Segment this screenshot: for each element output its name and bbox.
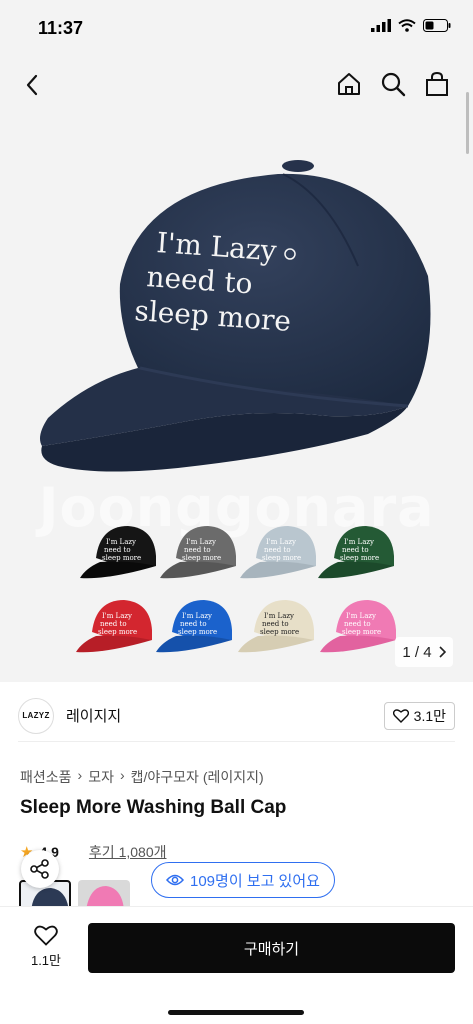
shop-like-count: 3.1만 (413, 707, 446, 724)
svg-text:sleep more: sleep more (340, 554, 379, 562)
heart-icon (34, 925, 58, 946)
variant-cap-light-blue: I'm Lazyneed tosleep more (240, 526, 316, 579)
svg-text:I'm Lazy: I'm Lazy (346, 612, 376, 620)
svg-text:need to: need to (344, 620, 371, 628)
search-button[interactable] (379, 70, 407, 98)
search-icon (381, 72, 406, 97)
svg-text:need to: need to (262, 620, 289, 628)
seller-name[interactable]: 레이지지 (66, 705, 121, 726)
svg-text:sleep more: sleep more (102, 554, 141, 562)
heart-icon (392, 708, 409, 723)
svg-text:need to: need to (104, 546, 131, 554)
svg-text:sleep more: sleep more (178, 628, 217, 636)
svg-text:I'm Lazy: I'm Lazy (264, 612, 294, 620)
status-time: 11:37 (38, 18, 84, 38)
scroll-indicator (466, 92, 469, 154)
status-icons (371, 19, 451, 32)
counter-text: 1 / 4 (402, 643, 432, 661)
svg-text:I'm Lazy: I'm Lazy (344, 538, 374, 546)
image-counter[interactable]: 1 / 4 (395, 637, 453, 667)
home-icon (338, 73, 360, 95)
svg-text:need to: need to (342, 546, 369, 554)
wishlist-button[interactable]: 1.1만 (18, 925, 74, 977)
back-button[interactable] (20, 72, 46, 98)
variant-cap-black: I'm Lazyneed tosleep more (80, 526, 156, 579)
header-actions (335, 70, 451, 98)
breadcrumb-separator: › (77, 767, 83, 783)
shopping-bag-icon (426, 71, 448, 96)
variant-cap-green: I'm Lazyneed tosleep more (318, 526, 394, 579)
svg-text:need to: need to (100, 620, 127, 628)
breadcrumb-item[interactable]: 패션소품 (20, 767, 72, 787)
svg-text:sleep more: sleep more (342, 628, 381, 636)
cart-button[interactable] (423, 70, 451, 98)
product-image-carousel[interactable]: I'm Lazy need to sleep more Joonggonara … (0, 56, 473, 682)
chevron-left-icon (26, 74, 38, 96)
svg-text:sleep more: sleep more (260, 628, 299, 636)
svg-text:I'm Lazy: I'm Lazy (102, 612, 132, 620)
svg-text:need to: need to (184, 546, 211, 554)
bottom-action-bar: 1.1만 구매하기 (0, 906, 473, 1024)
home-button[interactable] (335, 70, 363, 98)
svg-text:sleep more: sleep more (182, 554, 221, 562)
breadcrumb-separator: › (119, 767, 125, 783)
chevron-right-icon (439, 646, 446, 658)
viewers-text: 109명이 보고 있어요 (190, 872, 320, 890)
svg-text:I'm Lazy: I'm Lazy (182, 612, 212, 620)
signal-icon (371, 19, 391, 32)
share-button[interactable] (21, 850, 59, 888)
variant-cap-blue: I'm Lazyneed tosleep more (156, 600, 232, 653)
variant-cap-pink: I'm Lazyneed tosleep more (320, 600, 396, 653)
eye-icon (166, 874, 184, 886)
variant-cap-red: I'm Lazyneed tosleep more (76, 600, 152, 653)
viewers-count-badge: 109명이 보고 있어요 (151, 862, 335, 898)
breadcrumb-item[interactable]: 캡/야구모자 (레이지지) (131, 767, 264, 787)
home-indicator (168, 1010, 304, 1015)
review-link[interactable]: 후기 1,080개 (89, 842, 167, 862)
variant-cap-gray: I'm Lazyneed tosleep more (160, 526, 236, 579)
svg-text:I'm Lazy: I'm Lazy (266, 538, 296, 546)
battery-icon (423, 19, 451, 32)
svg-text:sleep more: sleep more (98, 628, 137, 636)
wifi-icon (398, 19, 416, 32)
status-bar: 11:37 (0, 0, 473, 56)
product-title: Sleep More Washing Ball Cap (20, 797, 287, 818)
breadcrumb: 패션소품 › 모자 › 캡/야구모자 (레이지지) (20, 767, 264, 787)
main-cap-image: I'm Lazy need to sleep more (40, 160, 431, 472)
seller-logo: LAZYZ (18, 697, 54, 734)
svg-text:I'm Lazy: I'm Lazy (106, 538, 136, 546)
svg-text:need to: need to (264, 546, 291, 554)
breadcrumb-item[interactable]: 모자 (88, 767, 114, 787)
seller-row[interactable]: LAZYZ 레이지지 3.1만 (18, 690, 455, 742)
buy-button[interactable]: 구매하기 (88, 923, 455, 973)
shop-like-button[interactable]: 3.1만 (383, 701, 455, 730)
share-icon (30, 859, 49, 879)
svg-text:I'm Lazy: I'm Lazy (186, 538, 216, 546)
svg-text:sleep more: sleep more (262, 554, 301, 562)
svg-text:need to: need to (180, 620, 207, 628)
wishlist-count: 1.1만 (30, 953, 62, 968)
variant-cap-beige: I'm Lazyneed tosleep more (238, 600, 314, 653)
